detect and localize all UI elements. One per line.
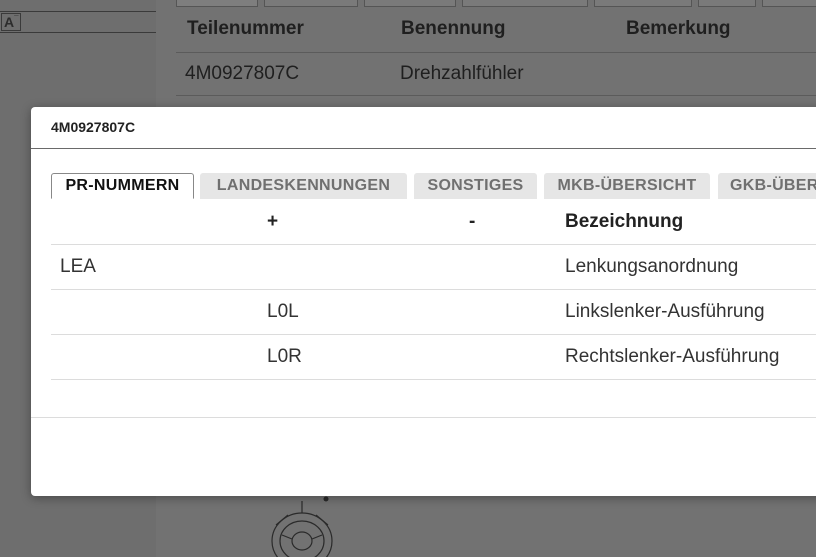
description-cell: Linkslenker-Ausführung <box>565 301 765 322</box>
background-tab[interactable] <box>176 0 258 7</box>
background-tab[interactable] <box>594 0 692 7</box>
column-header-teilenummer: Teilenummer <box>187 18 304 39</box>
part-number-cell: 4M0927807C <box>185 63 300 84</box>
dialog-footer-divider <box>31 417 816 418</box>
part-detail-dialog: 4M0927807C PR-NUMMERN LANDESKENNUNGEN SO… <box>31 107 816 496</box>
column-header-bezeichnung: Bezeichnung <box>565 211 684 232</box>
background-tab[interactable] <box>462 0 588 7</box>
part-illustration <box>271 496 333 557</box>
parts-table-header: Teilenummer Benennung Bemerkung <box>176 8 816 53</box>
tab-sonstiges[interactable]: SONSTIGES <box>414 173 537 199</box>
table-header-row: + - Bezeichnung <box>51 200 816 245</box>
text-format-icon[interactable]: A¯ <box>1 13 21 31</box>
description-cell: Rechtslenker-Ausführung <box>565 346 780 367</box>
column-header-minus: - <box>469 211 476 232</box>
tab-pr-nummern[interactable]: PR-NUMMERN <box>51 173 194 199</box>
background-tab[interactable] <box>698 0 756 7</box>
background-tab[interactable] <box>364 0 456 7</box>
column-header-benennung: Benennung <box>401 18 506 39</box>
column-header-plus: + <box>267 211 279 232</box>
dialog-title: 4M0927807C <box>51 119 136 135</box>
pr-numbers-table: + - Bezeichnung LEA Lenkungsanordnung L0… <box>51 200 816 380</box>
tab-landeskennungen[interactable]: LANDESKENNUNGEN <box>200 173 407 199</box>
background-tab[interactable] <box>264 0 358 7</box>
description-cell: Lenkungsanordnung <box>565 256 739 277</box>
tab-mkb-uebersicht[interactable]: MKB-ÜBERSICHT <box>544 173 710 199</box>
table-row[interactable]: 4M0927807C Drehzahlfühler <box>176 52 816 96</box>
dialog-header: 4M0927807C <box>31 107 816 149</box>
table-row[interactable]: LEA Lenkungsanordnung <box>51 245 816 290</box>
left-panel-divider <box>0 11 156 12</box>
plus-cell: L0L <box>267 301 299 322</box>
left-panel-divider <box>0 32 156 33</box>
tab-gkb-uebersicht[interactable]: GKB-ÜBERSICHT <box>718 173 816 199</box>
plus-cell: L0R <box>267 346 302 367</box>
table-row[interactable]: L0R Rechtslenker-Ausführung <box>51 335 816 380</box>
family-cell: LEA <box>60 256 96 277</box>
part-name-cell: Drehzahlfühler <box>400 63 524 84</box>
column-header-bemerkung: Bemerkung <box>626 18 731 39</box>
table-row[interactable]: L0L Linkslenker-Ausführung <box>51 290 816 335</box>
background-tab[interactable] <box>762 0 816 7</box>
